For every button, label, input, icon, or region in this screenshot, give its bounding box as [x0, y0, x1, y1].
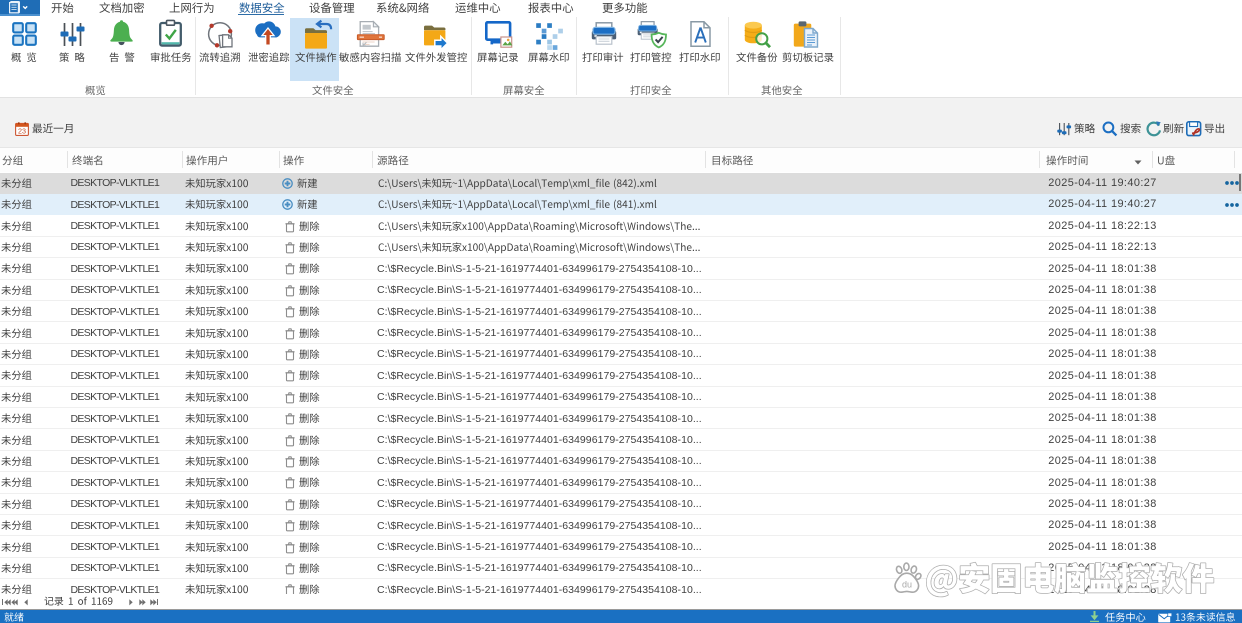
- svg-text:23: 23: [18, 126, 26, 135]
- svg-text:du: du: [902, 580, 912, 590]
